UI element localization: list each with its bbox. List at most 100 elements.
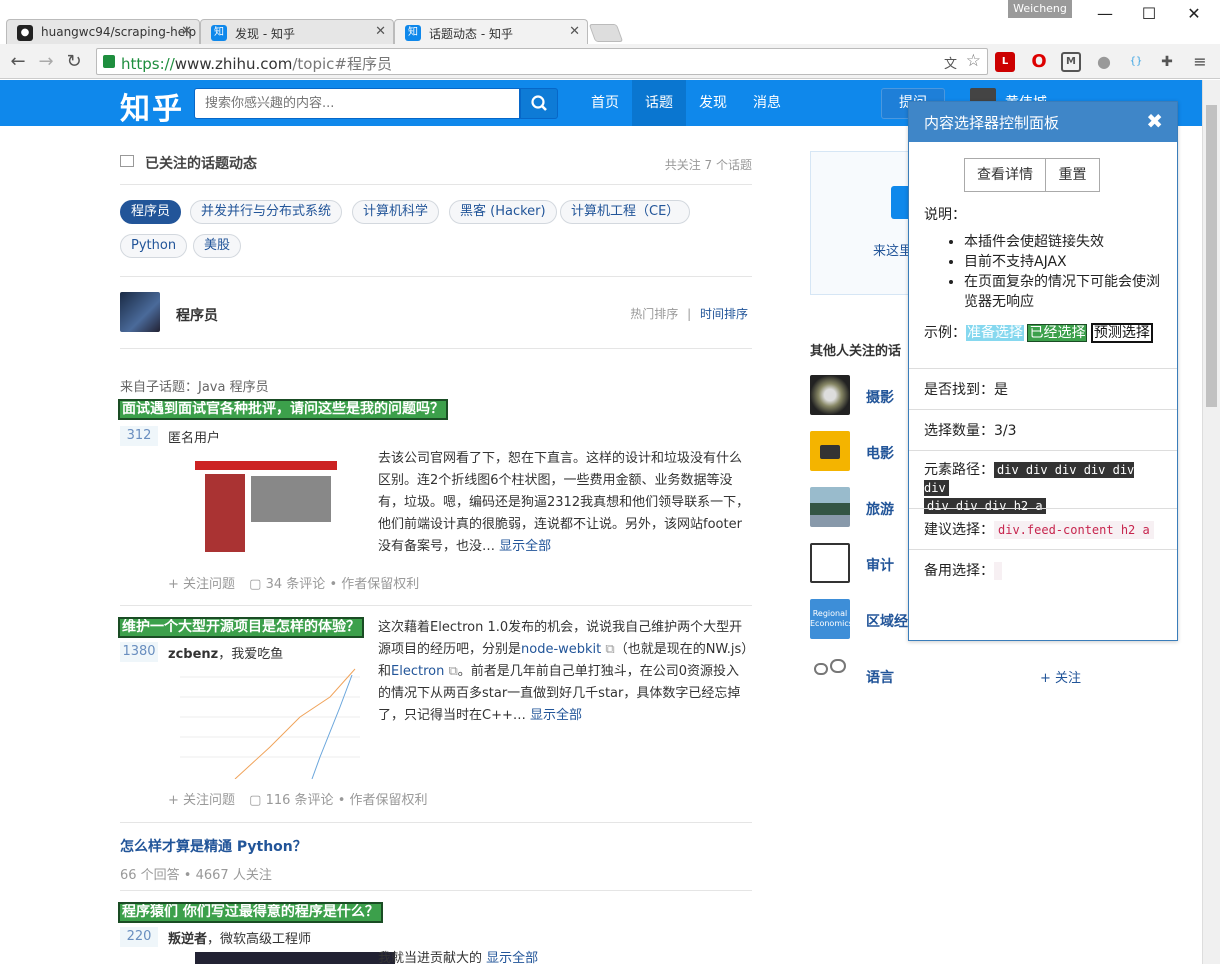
follow-topic-button[interactable]: + 关注 <box>1040 667 1081 686</box>
profile-badge[interactable]: Weicheng <box>1008 0 1072 18</box>
close-icon[interactable]: ✖ <box>1146 109 1163 133</box>
sidebar-topic-name[interactable]: 语言 <box>866 667 894 687</box>
browser-tab-active[interactable]: 知 话题动态 - 知乎 ✕ <box>394 19 588 45</box>
feed-item: 来自子话题：Java 程序员 面试遇到面试官各种批评，请问这些是我的问题吗？ 3… <box>118 376 752 596</box>
close-tab-icon[interactable]: ✕ <box>181 24 192 39</box>
tab-title: 话题动态 - 知乎 <box>429 27 513 41</box>
comments-link[interactable]: 34 条评论 <box>266 577 326 592</box>
topic-chip[interactable]: Python <box>120 234 188 258</box>
vote-count[interactable]: 312 <box>120 426 158 446</box>
electron-link[interactable]: Electron <box>391 664 444 679</box>
found-value: 是 <box>994 382 1008 398</box>
regional-economics-thumb: Regional Economics <box>810 599 853 639</box>
sort-hot[interactable]: 热门排序 <box>630 307 678 321</box>
topic-chip[interactable]: 计算机工程（CE） <box>560 200 691 224</box>
show-more-link[interactable]: 显示全部 <box>486 951 538 964</box>
answer-meta: + 关注问题 ▢ 34 条评论 • 作者保留权利 <box>168 573 419 592</box>
close-window-icon[interactable]: ✕ <box>1179 4 1209 23</box>
comments-link[interactable]: 116 条评论 <box>266 793 334 808</box>
show-more-link[interactable]: 显示全部 <box>499 539 551 554</box>
answer-thumbnail[interactable] <box>195 952 395 964</box>
sidebar-topic-name[interactable]: 摄影 <box>866 387 894 407</box>
author-name[interactable]: zcbenz <box>168 647 218 662</box>
topic-chip[interactable]: 黑客 (Hacker) <box>449 200 557 224</box>
nav-topics[interactable]: 话题 <box>632 80 686 126</box>
lite-icon[interactable]: L <box>995 52 1015 72</box>
panel-divider <box>909 450 1177 451</box>
reload-icon[interactable]: ↻ <box>62 51 86 72</box>
follow-question-link[interactable]: + 关注问题 <box>168 793 235 808</box>
nav-messages[interactable]: 消息 <box>740 80 794 126</box>
search-button[interactable] <box>520 88 558 119</box>
topic-chip[interactable]: 程序员 <box>120 200 182 224</box>
topic-chip[interactable]: 计算机科学 <box>352 200 440 224</box>
search-box[interactable] <box>194 88 520 119</box>
answer-thumbnail[interactable] <box>195 450 337 562</box>
show-more-link[interactable]: 显示全部 <box>530 708 582 723</box>
code-icon[interactable]: {} <box>1126 52 1146 72</box>
comment-icon: ▢ <box>249 793 262 808</box>
follow-question-link[interactable]: + 关注问题 <box>168 577 235 592</box>
ghost-icon[interactable]: ● <box>1094 52 1114 72</box>
search-input[interactable] <box>195 89 519 118</box>
back-icon[interactable]: ← <box>6 51 30 72</box>
answer-thumbnail[interactable] <box>170 667 360 779</box>
tips-list: 本插件会使超链接失效 目前不支持AJAX 在页面复杂的情况下可能会使浏览器无响应 <box>964 232 1164 312</box>
browser-tab[interactable]: ● huangwc94/scraping-help ✕ <box>6 19 200 44</box>
scrollbar[interactable] <box>1202 80 1220 964</box>
puzzle-icon[interactable]: ✚ <box>1157 52 1177 72</box>
question-title[interactable]: 程序猿们 你们写过最得意的程序是什么？ <box>118 902 383 923</box>
view-details-button[interactable]: 查看详情 <box>964 158 1046 192</box>
zhihu-favicon-icon: 知 <box>211 25 227 41</box>
author-name[interactable]: 叛逆者 <box>168 932 207 947</box>
url-path: /topic#程序员 <box>292 55 392 73</box>
landscape-icon <box>810 487 850 527</box>
panel-title: 内容选择器控制面板 <box>924 114 1060 132</box>
sidebar-topic[interactable]: 语言 + 关注 <box>810 655 1210 695</box>
nav-explore[interactable]: 发现 <box>686 80 740 126</box>
sidebar-topic-name[interactable]: 旅游 <box>866 499 894 519</box>
sort-time[interactable]: 时间排序 <box>700 307 748 321</box>
question-title[interactable]: 怎么样才算是精通 Python？ <box>120 836 752 856</box>
close-tab-icon[interactable]: ✕ <box>569 24 580 39</box>
sidebar-topic-name[interactable]: 区域经 <box>866 611 908 631</box>
vote-count[interactable]: 1380 <box>120 642 158 662</box>
browser-tab-bar: ● huangwc94/scraping-help ✕ 知 发现 - 知乎 ✕ … <box>0 0 1220 45</box>
address-bar[interactable]: https://www.zhihu.com/topic#程序员 文 ☆ <box>96 48 988 75</box>
author-name[interactable]: 匿名用户 <box>168 427 220 446</box>
vote-count[interactable]: 220 <box>120 927 158 947</box>
maximize-icon[interactable]: ☐ <box>1134 4 1164 23</box>
follow-count[interactable]: 共关注 7 个话题 <box>665 156 752 173</box>
star-icon[interactable]: ☆ <box>966 51 981 71</box>
question-title[interactable]: 维护一个大型开源项目是怎样的体验？ <box>118 617 364 638</box>
topic-image[interactable] <box>120 292 160 332</box>
topic-chip[interactable]: 并发并行与分布式系统 <box>190 200 343 224</box>
author-line: zcbenz，我爱吃鱼 <box>168 643 283 662</box>
tip-item: 本插件会使超链接失效 <box>964 232 1164 252</box>
topic-chip[interactable]: 美股 <box>193 234 242 258</box>
browser-tab[interactable]: 知 发现 - 知乎 ✕ <box>200 19 394 44</box>
zhihu-favicon-icon: 知 <box>405 25 421 41</box>
current-topic-name[interactable]: 程序员 <box>176 305 218 325</box>
m-icon[interactable]: M <box>1061 52 1081 72</box>
sidebar-topic-name[interactable]: 审计 <box>866 555 894 575</box>
translate-icon[interactable]: 文 <box>944 53 957 72</box>
forward-icon[interactable]: → <box>34 51 58 72</box>
sidebar-link[interactable]: 来这里 <box>873 240 912 259</box>
nav-home[interactable]: 首页 <box>578 80 632 126</box>
suggest-value: div.feed-content h2 a <box>994 521 1154 539</box>
scrollbar-thumb[interactable] <box>1206 105 1217 407</box>
question-title[interactable]: 面试遇到面试官各种批评，请问这些是我的问题吗？ <box>118 399 448 420</box>
author-bio: ，我爱吃鱼 <box>218 647 284 662</box>
close-tab-icon[interactable]: ✕ <box>375 24 386 39</box>
sidebar-topic-name[interactable]: 电影 <box>866 443 894 463</box>
zhihu-logo[interactable]: 知乎 <box>120 84 184 128</box>
reset-button[interactable]: 重置 <box>1045 158 1100 192</box>
node-webkit-link[interactable]: node-webkit <box>521 642 601 657</box>
sidebar-title: 其他人关注的话 <box>810 344 902 359</box>
new-tab-button[interactable] <box>588 24 624 42</box>
minimize-icon[interactable]: — <box>1090 4 1120 23</box>
opera-icon[interactable]: O <box>1029 52 1049 72</box>
divider <box>120 348 752 349</box>
menu-icon[interactable]: ≡ <box>1190 52 1210 72</box>
